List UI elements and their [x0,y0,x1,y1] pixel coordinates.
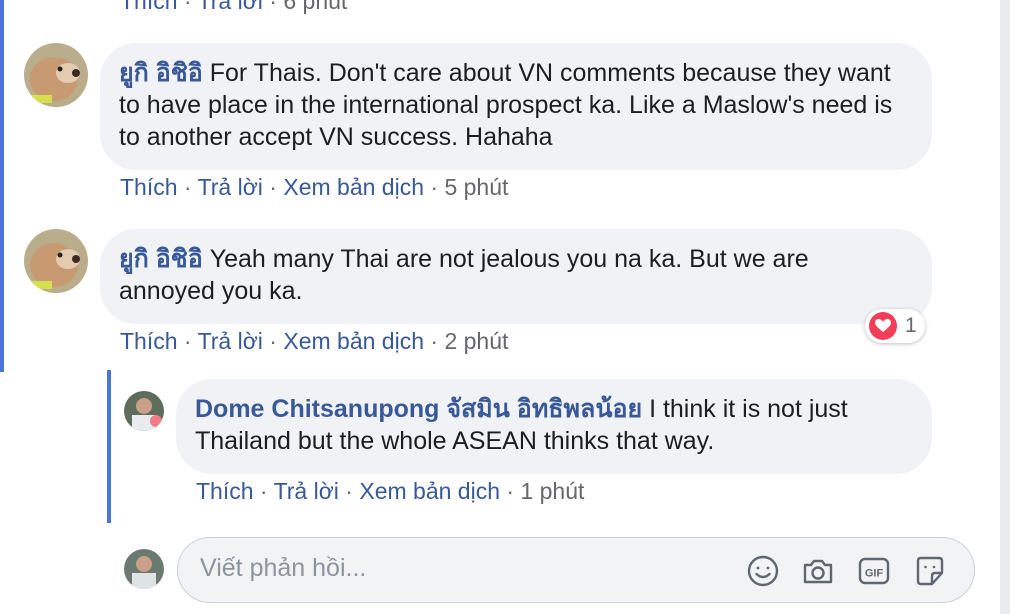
reaction-summary[interactable]: 1 [865,309,925,343]
reply-composer[interactable]: Viết phản hồi... GIF [177,537,975,603]
like-link[interactable]: Thích [120,328,178,354]
reply-link[interactable]: Trả lời [198,0,263,14]
reply-link[interactable]: Trả lời [198,174,263,200]
see-translation-link[interactable]: Xem bản dịch [359,478,500,504]
timestamp[interactable]: 6 phút [283,0,347,14]
like-link[interactable]: Thích [196,478,254,504]
comment-actions-top: Thích · Trả lời · 6 phút [120,0,347,15]
avatar[interactable] [124,391,164,431]
scrollbar-track[interactable] [1000,0,1010,614]
comment-text: Yeah many Thai are not jealous you na ka… [119,245,809,305]
timestamp[interactable]: 2 phút [444,328,508,354]
like-link[interactable]: Thích [120,0,178,14]
emoji-icon[interactable] [746,554,780,588]
reply-thread-line [107,370,111,523]
timestamp[interactable]: 1 phút [520,478,584,504]
avatar[interactable] [24,43,88,107]
reaction-count: 1 [905,314,917,337]
comment-author[interactable]: ยูกิ อิชิอิ [119,245,203,273]
current-user-avatar[interactable] [124,549,164,589]
reply-bubble: Dome Chitsanupong จัสมิน อิทธิพลน้อย I t… [176,379,932,474]
comment-bubble: ยูกิ อิชิอิ For Thais. Don't care about … [100,43,932,170]
comment-text: For Thais. Don't care about VN comments … [119,59,893,151]
reply-link[interactable]: Trả lời [198,328,263,354]
avatar[interactable] [24,229,88,293]
sticker-icon[interactable] [913,554,947,588]
heart-icon [869,312,897,340]
comment-author[interactable]: ยูกิ อิชิอิ [119,59,203,87]
camera-icon[interactable] [801,554,835,588]
see-translation-link[interactable]: Xem bản dịch [283,328,424,354]
reply-actions: Thích · Trả lời · Xem bản dịch · 1 phút [196,478,585,504]
reply-input[interactable]: Viết phản hồi... [200,554,366,583]
see-translation-link[interactable]: Xem bản dịch [283,174,424,200]
gif-icon[interactable]: GIF [857,554,891,588]
svg-text:GIF: GIF [865,568,884,580]
thread-line [0,0,4,372]
like-link[interactable]: Thích [120,174,178,200]
reply-link[interactable]: Trả lời [274,478,339,504]
timestamp[interactable]: 5 phút [444,174,508,200]
comment-actions: Thích · Trả lời · Xem bản dịch · 2 phút [120,328,509,354]
comment-actions: Thích · Trả lời · Xem bản dịch · 5 phút [120,174,509,200]
comment-bubble: ยูกิ อิชิอิ Yeah many Thai are not jealo… [100,229,932,324]
reply-author[interactable]: Dome Chitsanupong จัสมิน อิทธิพลน้อย [195,395,642,423]
